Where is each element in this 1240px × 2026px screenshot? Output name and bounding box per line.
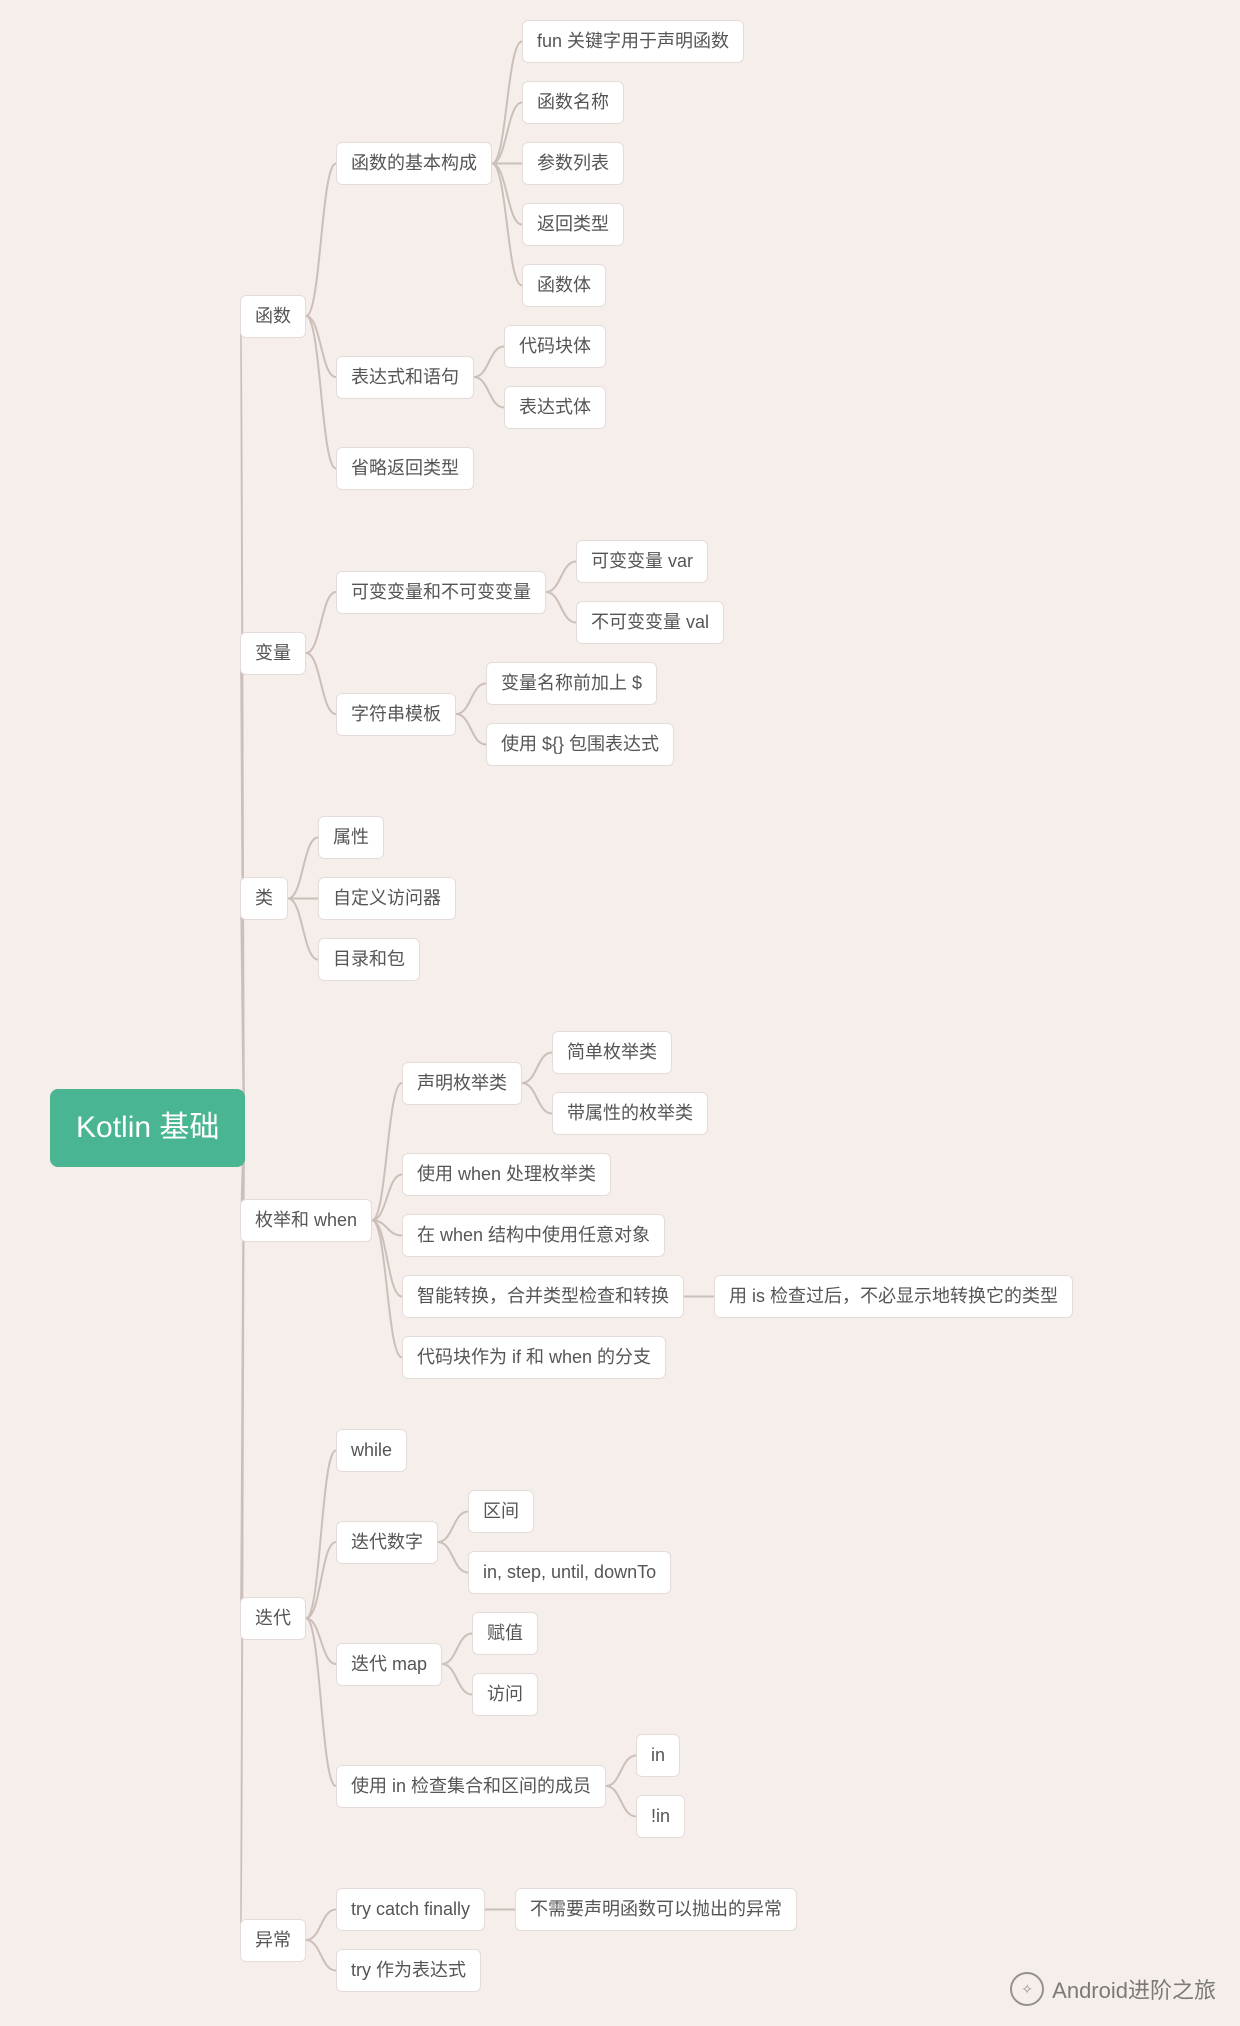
mindmap-node: 返回类型 xyxy=(522,203,624,246)
wechat-icon: ✧ xyxy=(1010,1972,1044,2006)
mindmap-node: 异常 xyxy=(240,1919,306,1962)
mindmap-node: fun 关键字用于声明函数 xyxy=(522,20,744,63)
mindmap-node: 函数名称 xyxy=(522,81,624,124)
mindmap-node: try catch finally xyxy=(336,1888,485,1931)
mindmap-node: 省略返回类型 xyxy=(336,447,474,490)
mindmap-node: 函数体 xyxy=(522,264,606,307)
mindmap-node: 枚举和 when xyxy=(240,1199,372,1242)
mindmap-node: 变量名称前加上 $ xyxy=(486,662,657,705)
mindmap-node: 简单枚举类 xyxy=(552,1031,672,1074)
mindmap-node: 变量 xyxy=(240,632,306,675)
mindmap-root: Kotlin 基础 xyxy=(50,1089,245,1167)
mindmap-node: 使用 in 检查集合和区间的成员 xyxy=(336,1765,606,1808)
mindmap-node: 自定义访问器 xyxy=(318,877,456,920)
mindmap-node: 声明枚举类 xyxy=(402,1062,522,1105)
mindmap-node: 代码块作为 if 和 when 的分支 xyxy=(402,1336,666,1379)
mindmap-node: 区间 xyxy=(468,1490,534,1533)
mindmap-node: while xyxy=(336,1429,407,1472)
mindmap-node: 在 when 结构中使用任意对象 xyxy=(402,1214,665,1257)
mindmap-node: in, step, until, downTo xyxy=(468,1551,671,1594)
mindmap-node: 使用 ${} 包围表达式 xyxy=(486,723,674,766)
mindmap-node: 用 is 检查过后，不必显示地转换它的类型 xyxy=(714,1275,1073,1318)
mindmap-node: 迭代 xyxy=(240,1597,306,1640)
mindmap-node: 类 xyxy=(240,877,288,920)
mindmap-node: 可变变量 var xyxy=(576,540,708,583)
mindmap-node: 函数 xyxy=(240,295,306,338)
mindmap-node: 代码块体 xyxy=(504,325,606,368)
mindmap-node: 赋值 xyxy=(472,1612,538,1655)
mindmap-node: 函数的基本构成 xyxy=(336,142,492,185)
mindmap-node: 可变变量和不可变变量 xyxy=(336,571,546,614)
watermark: ✧ Android进阶之旅 xyxy=(1010,1972,1216,2006)
watermark-text: Android进阶之旅 xyxy=(1052,1973,1216,2005)
mindmap-node: 不可变变量 val xyxy=(576,601,724,644)
mindmap-node: 带属性的枚举类 xyxy=(552,1092,708,1135)
mindmap-node: in xyxy=(636,1734,680,1777)
mindmap-node: 参数列表 xyxy=(522,142,624,185)
mindmap-node: 使用 when 处理枚举类 xyxy=(402,1153,611,1196)
mindmap-node: 表达式和语句 xyxy=(336,356,474,399)
mindmap-node: 不需要声明函数可以抛出的异常 xyxy=(515,1888,797,1931)
mindmap-node: 迭代 map xyxy=(336,1643,442,1686)
mindmap-node: 字符串模板 xyxy=(336,693,456,736)
mindmap-node: 表达式体 xyxy=(504,386,606,429)
mindmap-node: 智能转换，合并类型检查和转换 xyxy=(402,1275,684,1318)
mindmap-node: !in xyxy=(636,1795,685,1838)
mindmap-node: 迭代数字 xyxy=(336,1521,438,1564)
mindmap-node: 目录和包 xyxy=(318,938,420,981)
mindmap-node: 属性 xyxy=(318,816,384,859)
mindmap-node: 访问 xyxy=(472,1673,538,1716)
mindmap-node: try 作为表达式 xyxy=(336,1949,481,1992)
